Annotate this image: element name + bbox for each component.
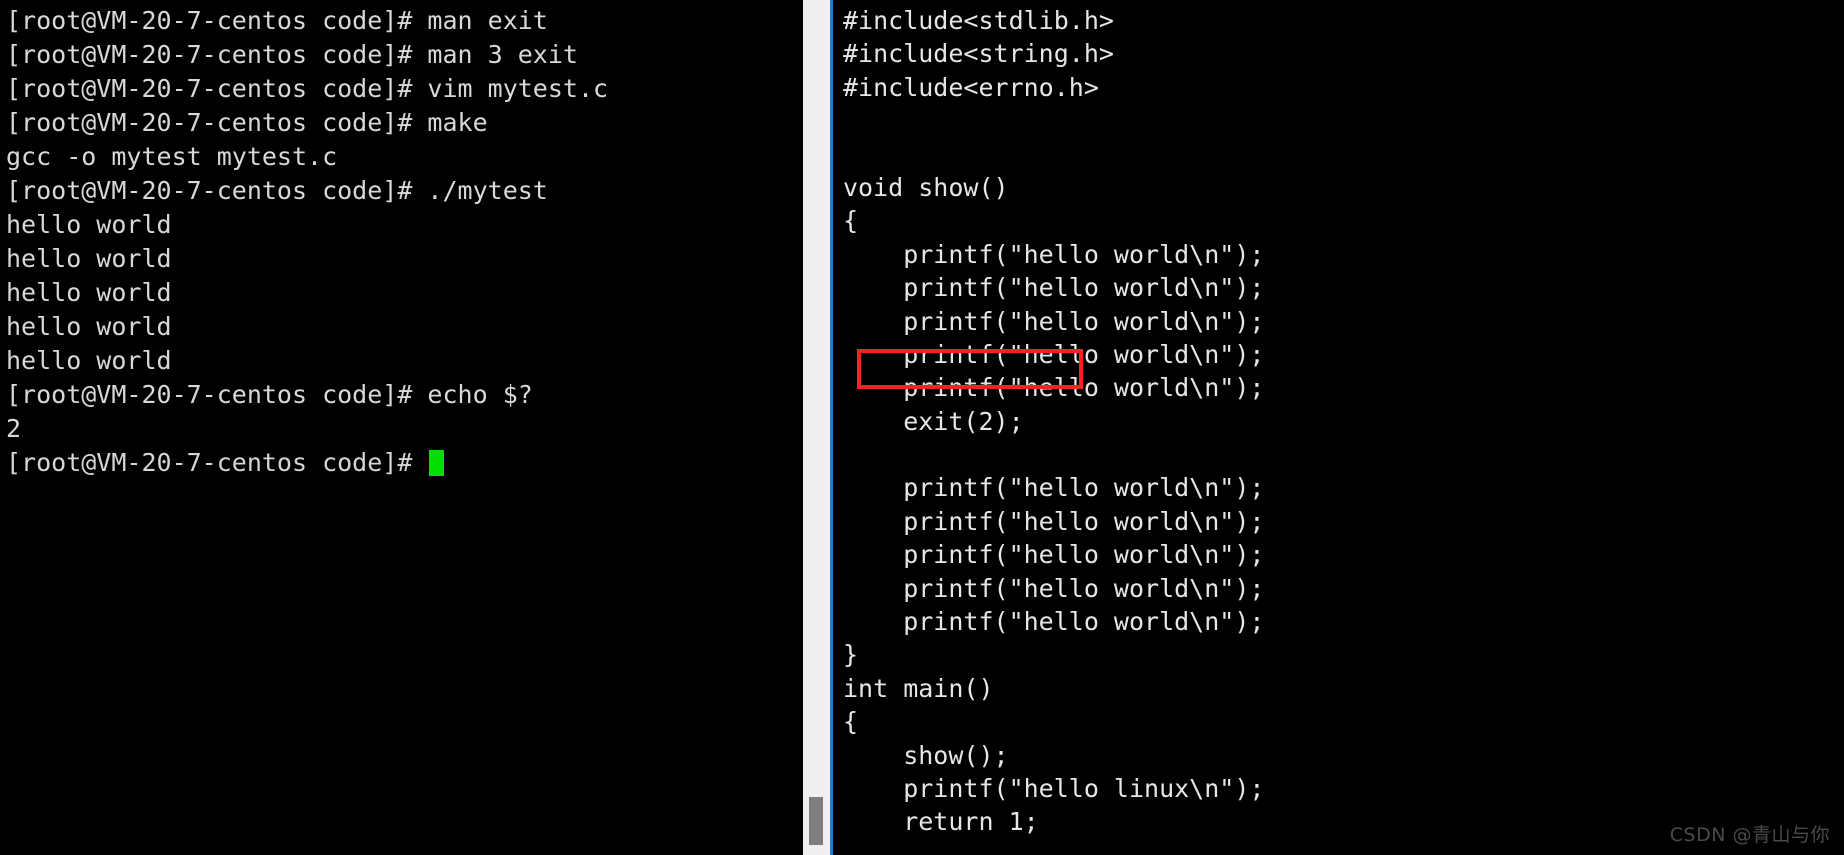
terminal-output: [root@VM-20-7-centos code]# man exit [roo… xyxy=(0,0,803,480)
terminal-line: [root@VM-20-7-centos code]# vim mytest.c xyxy=(6,74,609,103)
code-line: printf("hello world\n"); xyxy=(843,306,1265,336)
code-line: { xyxy=(843,707,859,737)
terminal-line: gcc -o mytest mytest.c xyxy=(6,142,338,171)
terminal-line: hello world xyxy=(6,210,172,239)
code-line: #include<errno.h> xyxy=(843,72,1099,102)
terminal-line: [root@VM-20-7-centos code]# ./mytest xyxy=(6,176,548,205)
terminal-active-prompt-line[interactable]: [root@VM-20-7-centos code]# xyxy=(6,446,803,480)
code-editor-pane[interactable]: #include<stdlib.h> #include<string.h> #inc… xyxy=(833,0,1844,855)
editor-scrollbar[interactable] xyxy=(803,0,833,855)
code-content: #include<stdlib.h> #include<string.h> #inc… xyxy=(833,0,1844,839)
code-line: } xyxy=(843,640,859,670)
code-line: printf("hello world\n"); xyxy=(843,273,1265,303)
code-line: void show() xyxy=(843,172,1009,202)
code-line: printf("hello world\n"); xyxy=(843,540,1265,570)
code-line: int main() xyxy=(843,673,994,703)
terminal-line: [root@VM-20-7-centos code]# man 3 exit xyxy=(6,40,578,69)
code-line: exit(2); xyxy=(843,406,1024,436)
terminal-line: hello world xyxy=(6,244,172,273)
code-line: #include<string.h> xyxy=(843,39,1114,69)
terminal-line: [root@VM-20-7-centos code]# man exit xyxy=(6,6,548,35)
code-line: #include<stdlib.h> xyxy=(843,6,1114,35)
terminal-line: hello world xyxy=(6,346,172,375)
terminal-line: [root@VM-20-7-centos code]# make xyxy=(6,108,488,137)
terminal-line: hello world xyxy=(6,278,172,307)
terminal-pane[interactable]: [root@VM-20-7-centos code]# man exit [roo… xyxy=(0,0,803,855)
watermark: CSDN @青山与你 xyxy=(1669,824,1830,846)
code-line: { xyxy=(843,206,859,236)
code-line: printf("hello world\n"); xyxy=(843,373,1265,403)
code-line: printf("hello world\n"); xyxy=(843,506,1265,536)
code-line: show(); xyxy=(843,740,1009,770)
code-line: printf("hello linux\n"); xyxy=(843,773,1265,803)
shell-prompt: [root@VM-20-7-centos code]# xyxy=(6,448,428,477)
terminal-line: hello world xyxy=(6,312,172,341)
screen-root: [root@VM-20-7-centos code]# man exit [roo… xyxy=(0,0,1844,855)
scrollbar-thumb[interactable] xyxy=(809,797,823,845)
terminal-cursor xyxy=(429,450,445,476)
terminal-line: 2 xyxy=(6,414,22,443)
terminal-line: [root@VM-20-7-centos code]# echo $? xyxy=(6,380,533,409)
code-line: printf("hello world\n"); xyxy=(843,473,1265,503)
code-line: printf("hello world\n"); xyxy=(843,339,1265,369)
code-line: printf("hello world\n"); xyxy=(843,607,1265,637)
code-line: printf("hello world\n"); xyxy=(843,239,1265,269)
code-line: printf("hello world\n"); xyxy=(843,573,1265,603)
